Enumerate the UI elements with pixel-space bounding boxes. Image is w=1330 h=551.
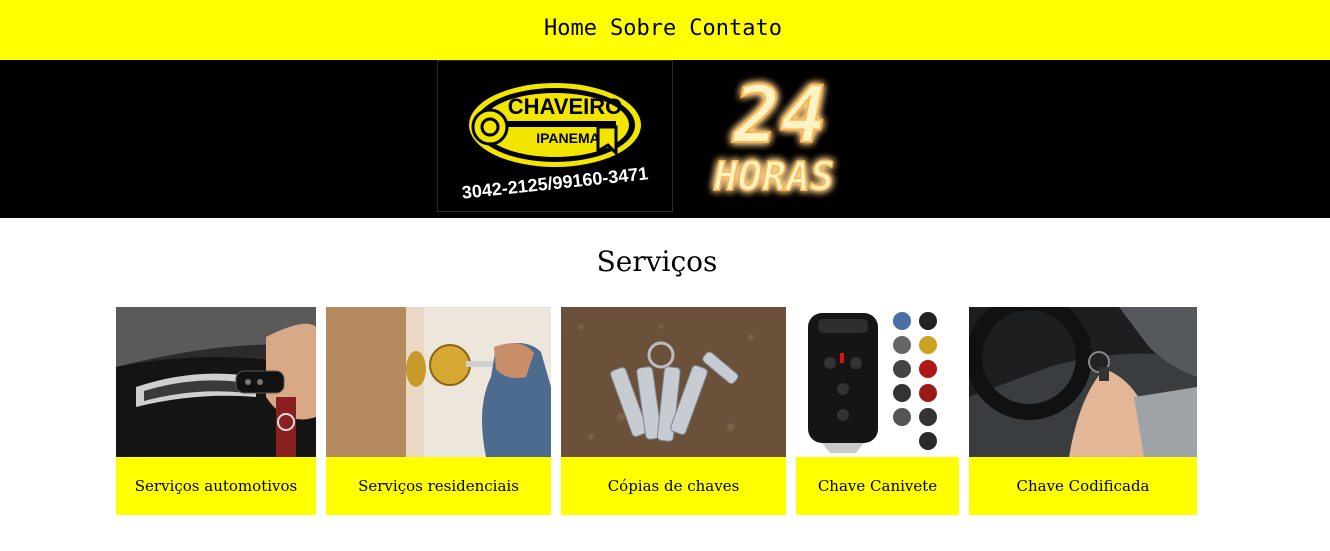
- services-title: Serviços: [596, 245, 718, 278]
- top-navbar: Home Sobre Contato: [0, 0, 1330, 60]
- service-card-residenciais[interactable]: Serviços residenciais: [326, 307, 551, 515]
- logo-title-text: CHAVEIRO: [508, 94, 623, 119]
- service-card-canivete[interactable]: Chave Canivete: [796, 307, 959, 515]
- service-card-label: Cópias de chaves: [561, 457, 786, 515]
- hours-number-text: 24: [731, 71, 827, 161]
- door-lock-photo: [326, 307, 551, 457]
- service-card-codificada[interactable]: Chave Codificada: [969, 307, 1197, 515]
- service-card-label: Serviços residenciais: [326, 457, 551, 515]
- service-card-label: Serviços automotivos: [116, 457, 316, 515]
- nav-links: Home Sobre Contato: [544, 14, 795, 44]
- service-card-label: Chave Canivete: [796, 457, 959, 515]
- nav-sobre-link[interactable]: Sobre: [610, 14, 676, 44]
- hours-word-text: HORAS: [713, 154, 834, 200]
- service-card-label: Chave Codificada: [969, 457, 1197, 515]
- nav-home-link[interactable]: Home: [544, 14, 597, 44]
- header-banner: CHAVEIRO IPANEMA 3042-2125/99160-3471 24…: [0, 60, 1330, 218]
- 24-hours-sign: 24 HORAS: [684, 60, 878, 210]
- logo-phones-text: 3042-2125/99160-3471: [461, 163, 649, 202]
- logo-subtitle-text: IPANEMA: [536, 130, 600, 146]
- car-ignition-photo: [969, 307, 1197, 457]
- keys-on-ground-photo: [561, 307, 786, 457]
- chaveiro-logo: CHAVEIRO IPANEMA 3042-2125/99160-3471: [437, 60, 673, 212]
- flip-key-photo: [796, 307, 959, 457]
- car-door-key-photo: [116, 307, 316, 457]
- service-card-copias[interactable]: Cópias de chaves: [561, 307, 786, 515]
- service-card-automotivos[interactable]: Serviços automotivos: [116, 307, 316, 515]
- nav-contato-link[interactable]: Contato: [689, 14, 782, 44]
